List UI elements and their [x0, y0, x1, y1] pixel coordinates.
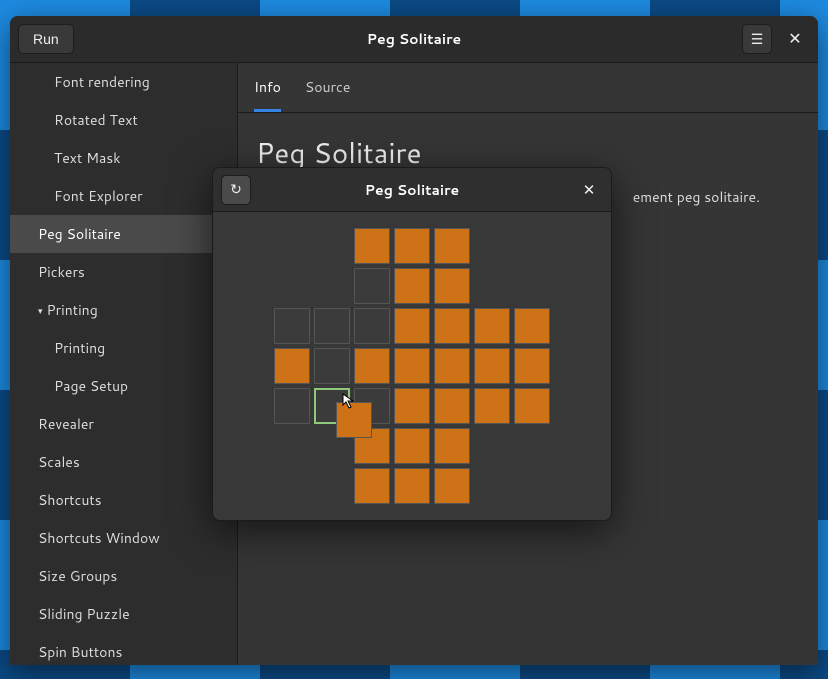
peg-cell[interactable] [514, 388, 550, 424]
sidebar-item-label: Size Groups [38, 566, 117, 586]
sidebar-item[interactable]: Peg Solitaire [10, 215, 237, 253]
peg-cell[interactable] [394, 308, 430, 344]
sidebar-item[interactable]: Shortcuts Window [10, 519, 237, 557]
empty-cell[interactable] [354, 268, 390, 304]
tab-info[interactable]: Info [254, 63, 281, 112]
run-button[interactable]: Run [18, 24, 74, 54]
sidebar-item-label: Spin Buttons [38, 642, 122, 662]
close-icon: ✕ [583, 182, 596, 199]
close-icon: ✕ [788, 29, 801, 49]
sidebar-item[interactable]: Rotated Text [10, 101, 237, 139]
sidebar-item-label: Shortcuts Window [38, 528, 160, 548]
sidebar-item-label: Revealer [38, 414, 94, 434]
sidebar-item[interactable]: Size Groups [10, 557, 237, 595]
sidebar[interactable]: Font rendering Rotated Text Text Mask Font … [10, 63, 238, 665]
peg-cell[interactable] [354, 468, 390, 504]
sidebar-item-label: Shortcuts [38, 490, 102, 510]
game-window-title: Peg Solitaire [213, 180, 611, 200]
sidebar-item[interactable]: Sliding Puzzle [10, 595, 237, 633]
empty-cell[interactable] [314, 388, 350, 424]
game-close-button[interactable]: ✕ [575, 176, 603, 204]
peg-cell[interactable] [354, 228, 390, 264]
peg-cell[interactable] [394, 348, 430, 384]
sidebar-item[interactable]: ▾ Printing [10, 291, 237, 329]
peg-cell[interactable] [274, 348, 310, 384]
hamburger-menu-button[interactable]: ☰ [742, 24, 772, 54]
sidebar-item-label: Page Setup [54, 376, 128, 396]
sidebar-item-label: Rotated Text [54, 110, 138, 130]
sidebar-item[interactable]: Printing [10, 329, 237, 367]
empty-cell[interactable] [314, 308, 350, 344]
sidebar-item-label: Font rendering [54, 72, 150, 92]
empty-cell[interactable] [354, 308, 390, 344]
close-button[interactable]: ✕ [780, 24, 810, 54]
tab-source[interactable]: Source [305, 63, 350, 112]
peg-cell[interactable] [434, 308, 470, 344]
peg-cell[interactable] [394, 428, 430, 464]
peg-cell[interactable] [394, 228, 430, 264]
sidebar-item[interactable]: Scales [10, 443, 237, 481]
empty-cell[interactable] [354, 388, 390, 424]
peg-cell[interactable] [434, 228, 470, 264]
peg-cell[interactable] [434, 468, 470, 504]
peg-board[interactable] [274, 228, 550, 504]
sidebar-item[interactable]: Spin Buttons [10, 633, 237, 665]
peg-cell[interactable] [514, 308, 550, 344]
sidebar-item[interactable]: Text Mask [10, 139, 237, 177]
window-title: Peg Solitaire [10, 29, 818, 49]
peg-cell[interactable] [474, 308, 510, 344]
peg-cell[interactable] [514, 348, 550, 384]
peg-cell[interactable] [474, 348, 510, 384]
sidebar-item[interactable]: Page Setup [10, 367, 237, 405]
peg-cell[interactable] [354, 428, 390, 464]
game-board-area [213, 212, 611, 520]
sidebar-item-label: Printing [47, 300, 98, 320]
restart-button[interactable]: ↻ [221, 175, 251, 205]
game-window: ↻ Peg Solitaire ✕ [212, 167, 612, 521]
peg-cell[interactable] [434, 388, 470, 424]
empty-cell[interactable] [274, 388, 310, 424]
peg-cell[interactable] [394, 268, 430, 304]
sidebar-item-label: Pickers [38, 262, 85, 282]
peg-cell[interactable] [474, 388, 510, 424]
empty-cell[interactable] [314, 348, 350, 384]
empty-cell[interactable] [274, 308, 310, 344]
peg-cell[interactable] [394, 468, 430, 504]
peg-cell[interactable] [434, 268, 470, 304]
hamburger-icon: ☰ [751, 31, 764, 48]
sidebar-item-label: Text Mask [54, 148, 121, 168]
sidebar-item-label: Scales [38, 452, 80, 472]
sidebar-item-label: Font Explorer [54, 186, 143, 206]
refresh-icon: ↻ [230, 181, 242, 198]
chevron-down-icon: ▾ [38, 304, 43, 317]
sidebar-item-label: Sliding Puzzle [38, 604, 130, 624]
peg-cell[interactable] [394, 388, 430, 424]
sidebar-item-label: Printing [54, 338, 105, 358]
sidebar-item-label: Peg Solitaire [38, 224, 121, 244]
sidebar-item[interactable]: Font rendering [10, 63, 237, 101]
sidebar-item[interactable]: Shortcuts [10, 481, 237, 519]
sidebar-item[interactable]: Font Explorer [10, 177, 237, 215]
sidebar-item[interactable]: Pickers [10, 253, 237, 291]
peg-cell[interactable] [354, 348, 390, 384]
game-header-bar: ↻ Peg Solitaire ✕ [213, 168, 611, 212]
tab-bar: Info Source [238, 63, 818, 113]
peg-cell[interactable] [434, 348, 470, 384]
peg-cell[interactable] [434, 428, 470, 464]
sidebar-item[interactable]: Revealer [10, 405, 237, 443]
header-bar: Run Peg Solitaire ☰ ✕ [10, 16, 818, 63]
